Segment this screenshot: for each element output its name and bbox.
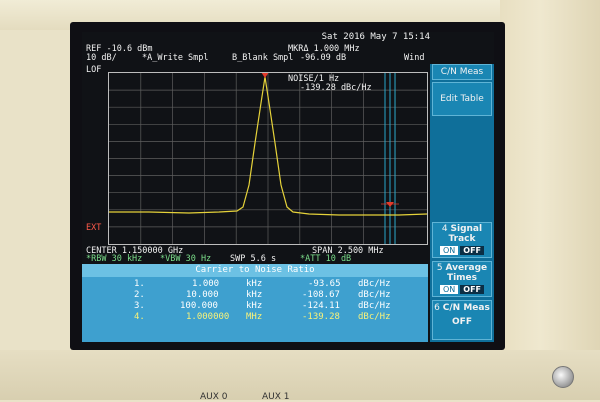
softkey-label-2: Track <box>448 234 476 244</box>
toggle-off[interactable]: OFF <box>460 246 484 255</box>
average-toggle[interactable]: ON OFF <box>433 285 491 294</box>
softkey-label-2: OFF <box>452 317 472 327</box>
row-index: 2. <box>134 290 145 300</box>
noise-value: -139.28 dBc/Hz <box>300 83 372 93</box>
datetime: Sat 2016 May 7 15:14 <box>321 32 430 42</box>
softkey-panel: C/N Meas Edit Table 4 Signal Track ON OF… <box>430 64 494 342</box>
marker-delta-point <box>381 202 399 207</box>
row-index: 4. <box>134 312 145 322</box>
row-freq-unit: MHz <box>246 312 263 322</box>
table-row-selected[interactable]: 4. 1.000000 MHz -139.28 dBc/Hz <box>82 312 428 324</box>
row-freq: 100.000 <box>180 301 218 311</box>
analyzer-screen: Sat 2016 May 7 15:14 REF -10.6 dBm 10 dB… <box>82 32 494 342</box>
row-value: -108.67 <box>302 290 340 300</box>
aux0-label: AUX 0 <box>200 392 228 402</box>
toggle-off[interactable]: OFF <box>460 285 484 294</box>
attenuation: *ATT 10 dB <box>300 254 352 264</box>
softkey-label: Average <box>445 263 488 273</box>
row-value-unit: dBc/Hz <box>358 279 391 289</box>
cn-ratio-table: Carrier to Noise Ratio 1. 1.000 kHz -93.… <box>82 264 428 342</box>
marker-value: -96.09 dB <box>300 53 347 63</box>
signal-track-softkey[interactable]: 4 Signal Track ON OFF <box>432 222 492 258</box>
softkey-label: Signal <box>450 224 483 234</box>
trace-a-mode: *A_Write Smpl <box>142 53 209 63</box>
sweep-settings: CENTER 1.150000 GHz SPAN 2.500 MHz *RBW … <box>82 246 428 264</box>
lof-indicator: LOF <box>86 65 102 75</box>
trace-b-mode: B_Blank Smpl <box>232 53 294 63</box>
softkey-number: 5 <box>436 263 443 273</box>
edit-table-button[interactable]: Edit Table <box>432 82 492 116</box>
row-value-unit: dBc/Hz <box>358 290 391 300</box>
row-value-unit: dBc/Hz <box>358 312 391 322</box>
table-title: Carrier to Noise Ratio <box>82 264 428 277</box>
vbw: *VBW 30 Hz <box>160 254 212 264</box>
row-freq-unit: kHz <box>246 279 263 289</box>
rotary-knob[interactable] <box>552 366 574 388</box>
row-index: 1. <box>134 279 145 289</box>
row-value: -139.28 <box>302 312 340 322</box>
spectrum-plot <box>108 72 428 245</box>
toggle-on[interactable]: ON <box>439 246 459 255</box>
bezel-bottom <box>0 350 600 400</box>
row-value: -93.65 <box>308 279 341 289</box>
sweep-time: SWP 5.6 s <box>230 254 277 264</box>
row-freq: 1.000 <box>192 279 220 289</box>
softkey-number: 6 <box>434 303 440 313</box>
row-value-unit: dBc/Hz <box>358 301 391 311</box>
softkey-label-2: Times <box>446 273 478 283</box>
wind-label: Wind <box>404 53 425 63</box>
signal-track-toggle[interactable]: ON OFF <box>433 246 491 255</box>
spectrum-graticule <box>109 72 428 244</box>
scale: 10 dB/ <box>86 53 117 63</box>
average-times-softkey[interactable]: 5 Average Times ON OFF <box>432 261 492 297</box>
row-value: -124.11 <box>302 301 340 311</box>
softkey-number: 4 <box>441 224 448 234</box>
cn-meas-off-softkey[interactable]: 6 C/N Meas OFF <box>432 300 492 340</box>
row-freq: 10.000 <box>186 290 219 300</box>
aux1-label: AUX 1 <box>262 392 290 402</box>
row-freq-unit: kHz <box>246 301 263 311</box>
softkey-menu-title: C/N Meas <box>432 64 492 80</box>
row-freq-unit: kHz <box>246 290 263 300</box>
row-freq: 1.000000 <box>186 312 230 322</box>
softkey-label: C/N Meas <box>442 303 490 313</box>
ext-indicator: EXT <box>86 223 102 233</box>
rbw: *RBW 30 kHz <box>86 254 143 264</box>
bezel-right <box>500 0 600 400</box>
toggle-on[interactable]: ON <box>439 285 459 294</box>
softkey-blank <box>432 120 492 218</box>
row-index: 3. <box>134 301 145 311</box>
